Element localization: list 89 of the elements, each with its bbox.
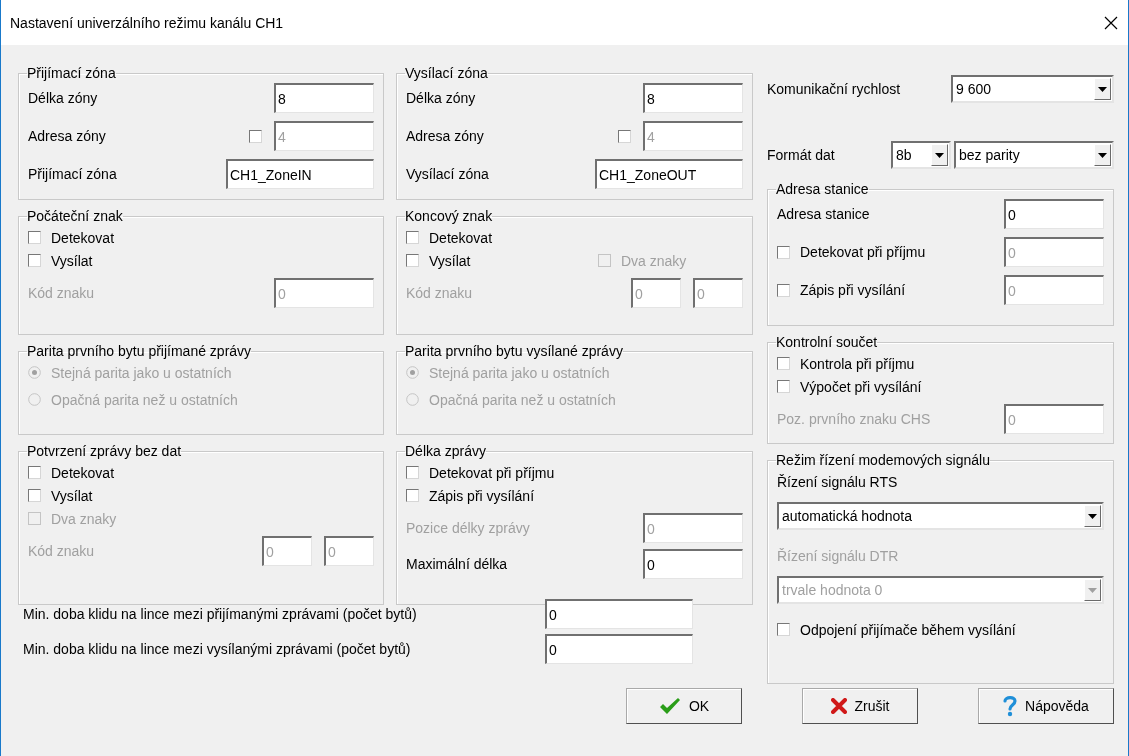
checkbox-label: Detekovat při příjmu bbox=[800, 244, 926, 260]
group-title: Parita prvního bytu vysílané zprávy bbox=[405, 343, 623, 359]
group-title: Přijímací zóna bbox=[27, 65, 116, 81]
text-field[interactable]: 0 bbox=[545, 599, 693, 629]
field-label: Min. doba klidu na lince mezi přijímanými zprávami (počet bytů) bbox=[23, 606, 418, 622]
checkbox[interactable] bbox=[777, 357, 790, 370]
radio-label: Stejná parita jako u ostatních bbox=[51, 364, 232, 381]
dropdown[interactable]: bez parity bbox=[954, 141, 1114, 169]
group-title: Počáteční znak bbox=[27, 208, 123, 224]
dropdown[interactable]: 8b bbox=[891, 141, 951, 169]
checkbox[interactable] bbox=[406, 254, 419, 267]
group-title: Vysílací zóna bbox=[405, 65, 488, 81]
ok-button[interactable]: OK bbox=[626, 688, 742, 724]
caret-icon bbox=[935, 152, 944, 158]
checkbox-label: Detekovat bbox=[429, 229, 493, 246]
field-label: Maximální délka bbox=[406, 556, 509, 572]
checkbox-label: Zápis při vysílání bbox=[800, 282, 906, 298]
checkbox-label: Vysílat bbox=[51, 487, 93, 504]
checkbox[interactable] bbox=[249, 129, 262, 143]
checkbox-label: Vysílat bbox=[51, 252, 93, 269]
radio-label: Opačná parita než u ostatních bbox=[51, 391, 238, 408]
close-icon[interactable] bbox=[1104, 15, 1118, 30]
text-field[interactable]: CH1_ZoneOUT bbox=[595, 159, 743, 189]
group-title: Adresa stanice bbox=[776, 181, 869, 197]
radio-label: Opačná parita než u ostatních bbox=[429, 391, 616, 408]
checkbox-label: Dva znaky bbox=[51, 510, 117, 527]
text-field[interactable]: 0 bbox=[545, 634, 693, 664]
close-icon bbox=[830, 698, 847, 714]
checkbox[interactable] bbox=[777, 245, 790, 259]
field-label: Pozice délky zprávy bbox=[406, 520, 531, 536]
group-title: Délka zprávy bbox=[405, 443, 486, 459]
field-label: Vysílací zóna bbox=[406, 166, 490, 182]
checkbox-label: Detekovat bbox=[51, 229, 115, 246]
checkbox-label: Detekovat při příjmu bbox=[429, 464, 555, 481]
caret-icon bbox=[1098, 152, 1107, 158]
checkbox[interactable] bbox=[777, 623, 790, 636]
field-label: Adresa stanice bbox=[777, 206, 871, 222]
checkbox[interactable] bbox=[406, 231, 419, 244]
checkbox[interactable] bbox=[406, 489, 419, 502]
caret-icon bbox=[1098, 86, 1107, 92]
field-label: Řízení signálu RTS bbox=[777, 474, 898, 490]
field-label: Kód znaku bbox=[406, 285, 474, 301]
field-label: Přijímací zóna bbox=[28, 166, 118, 182]
dropdown[interactable]: automatická hodnota bbox=[777, 502, 1104, 530]
checkbox-label: Zápis při vysílání bbox=[429, 487, 535, 504]
checkbox[interactable] bbox=[618, 129, 631, 143]
cancel-button[interactable]: Zrušit bbox=[802, 688, 918, 724]
checkbox-label: Vysílat bbox=[429, 252, 471, 269]
caret-icon bbox=[1088, 587, 1097, 593]
field-label: Délka zóny bbox=[28, 90, 99, 106]
checkbox[interactable] bbox=[406, 466, 419, 479]
field-label: Min. doba klidu na lince mezi vysílanými zprávami (počet bytů) bbox=[23, 641, 412, 657]
group-title: Koncový znak bbox=[405, 208, 493, 224]
group-title: Kontrolní součet bbox=[776, 334, 878, 350]
field-label: Formát dat bbox=[767, 147, 836, 163]
field-label: Kód znaku bbox=[28, 285, 96, 301]
checkmark-icon bbox=[658, 697, 681, 715]
checkbox[interactable] bbox=[777, 380, 790, 393]
field-label: Adresa zóny bbox=[28, 128, 107, 144]
text-field[interactable]: 8 bbox=[274, 83, 374, 113]
checkbox[interactable] bbox=[28, 489, 41, 502]
field-label: Poz. prvního znaku CHS bbox=[777, 411, 932, 427]
dropdown[interactable]: 9 600 bbox=[951, 75, 1114, 103]
checkbox-label: Kontrola při příjmu bbox=[800, 355, 915, 372]
text-field[interactable]: 8 bbox=[643, 83, 743, 113]
checkbox-label: Dva znaky bbox=[621, 252, 687, 269]
field-label: Adresa zóny bbox=[406, 128, 485, 144]
text-field[interactable]: 0 bbox=[643, 549, 743, 579]
checkbox[interactable] bbox=[28, 231, 41, 244]
group-title: Režim řízení modemových signálu bbox=[776, 452, 990, 468]
group-title: Potvrzení zprávy bez dat bbox=[27, 443, 182, 459]
field-label: Řízení signálu DTR bbox=[777, 548, 899, 564]
caret-icon bbox=[1088, 513, 1097, 519]
field-label: Kód znaku bbox=[28, 543, 96, 559]
field-label: Komunikační rychlost bbox=[767, 81, 902, 97]
radio-label: Stejná parita jako u ostatních bbox=[429, 364, 610, 381]
text-field[interactable]: 0 bbox=[1004, 199, 1104, 229]
checkbox[interactable] bbox=[777, 283, 790, 297]
text-field[interactable]: CH1_ZoneIN bbox=[226, 159, 374, 189]
checkbox-label: Výpočet při vysílání bbox=[800, 378, 922, 395]
field-label: Délka zóny bbox=[406, 90, 477, 106]
checkbox[interactable] bbox=[28, 466, 41, 479]
window-title: Nastavení univerzálního režimu kanálu CH1 bbox=[10, 14, 284, 31]
checkbox-label: Odpojení přijímače během vysílání bbox=[800, 621, 1016, 638]
checkbox[interactable] bbox=[28, 254, 41, 267]
checkbox-label: Detekovat bbox=[51, 464, 115, 481]
group-title: Parita prvního bytu přijímané zprávy bbox=[27, 343, 252, 359]
help-button[interactable]: Nápověda bbox=[978, 688, 1114, 724]
help-icon bbox=[1003, 695, 1018, 717]
